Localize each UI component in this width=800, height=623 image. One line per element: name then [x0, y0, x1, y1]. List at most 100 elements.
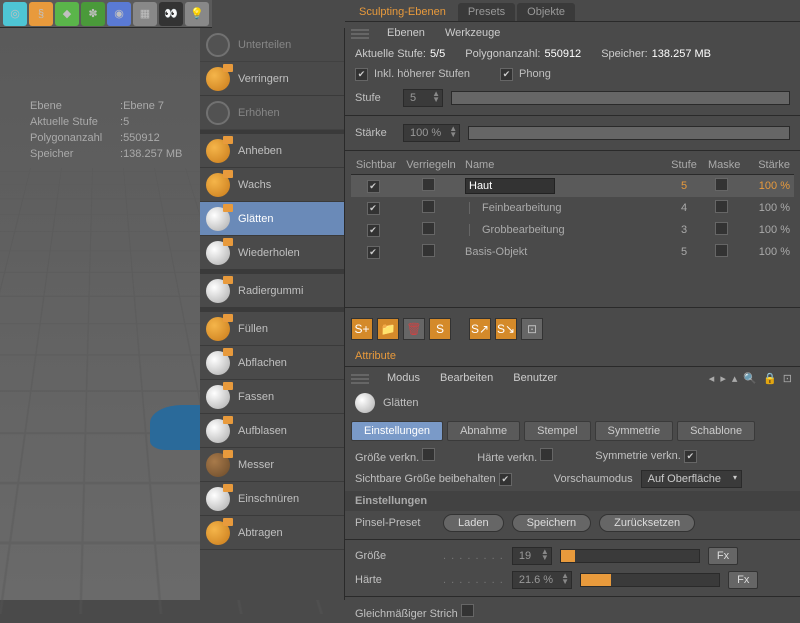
attribute-header: Attribute — [345, 346, 800, 367]
tool-light-icon[interactable]: 💡 — [185, 2, 209, 26]
attrtab-stamp[interactable]: Stempel — [524, 421, 590, 441]
strength-field[interactable]: 100 %▲▼ — [403, 124, 460, 142]
add-folder-icon[interactable]: 📁 — [377, 318, 399, 340]
hardness-slider[interactable] — [580, 573, 720, 587]
attr-edit-menu[interactable]: Bearbeiten — [430, 370, 503, 386]
layer-visible-checkbox[interactable] — [367, 246, 380, 259]
layer-name-input[interactable] — [465, 178, 555, 194]
col-visible[interactable]: Sichtbar — [351, 157, 401, 173]
palette-flatten[interactable]: Abflachen — [200, 346, 344, 380]
palette-scrape[interactable]: Abtragen — [200, 516, 344, 550]
col-mask[interactable]: Maske — [704, 157, 744, 173]
size-slider[interactable] — [560, 549, 700, 563]
tool-particles-icon[interactable]: ✽ — [81, 2, 105, 26]
attrtab-symmetry[interactable]: Symmetrie — [595, 421, 674, 441]
palette-subdivide[interactable]: Unterteilen — [200, 28, 344, 62]
layer-visible-checkbox[interactable] — [367, 180, 380, 193]
layer-action4-icon[interactable]: ⊡ — [521, 318, 543, 340]
layer-mask-checkbox[interactable] — [715, 244, 728, 257]
layer-visible-checkbox[interactable] — [367, 202, 380, 215]
load-button[interactable]: Laden — [443, 514, 504, 532]
scrape-icon — [206, 521, 230, 545]
palette-repeat[interactable]: Wiederholen — [200, 236, 344, 270]
layer-action1-icon[interactable]: S — [429, 318, 451, 340]
layer-row[interactable]: Basis-Objekt 5 100 % — [351, 241, 794, 263]
tool-floor-icon[interactable]: ▦ — [133, 2, 157, 26]
attrtab-falloff[interactable]: Abnahme — [447, 421, 520, 441]
palette-grab[interactable]: Fassen — [200, 380, 344, 414]
keep-visible-size-check[interactable]: Sichtbare Größe beibehalten — [355, 473, 518, 486]
subtab-tools[interactable]: Werkzeuge — [435, 25, 510, 41]
tab-sculpting-layers[interactable]: Sculpting-Ebenen — [349, 3, 456, 21]
layer-lock-checkbox[interactable] — [422, 200, 435, 213]
save-button[interactable]: Speichern — [512, 514, 592, 532]
menu-icon[interactable]: ⊡ — [783, 372, 792, 385]
nav-up-icon[interactable]: ▴ — [732, 372, 738, 385]
tab-objects[interactable]: Objekte — [517, 3, 575, 21]
attrtab-settings[interactable]: Einstellungen — [351, 421, 443, 441]
check-incl-higher[interactable]: Inkl. höherer Stufen — [355, 68, 470, 81]
tool-camera-icon[interactable]: ◉ — [107, 2, 131, 26]
attr-mode-menu[interactable]: Modus — [377, 370, 430, 386]
palette-pull[interactable]: Anheben — [200, 134, 344, 168]
layer-row[interactable]: Grobbearbeitung 3 100 % — [351, 219, 794, 241]
lock-icon[interactable]: 🔒 — [763, 372, 777, 385]
layer-mask-checkbox[interactable] — [715, 200, 728, 213]
viewport-3d[interactable]: Ebene: Ebene 7 Aktuelle Stufe: 5 Polygon… — [0, 28, 200, 600]
palette-pinch[interactable]: Einschnüren — [200, 482, 344, 516]
layer-action2-icon[interactable]: S↗ — [469, 318, 491, 340]
layer-visible-checkbox[interactable] — [367, 224, 380, 237]
tool-cube-icon[interactable]: ◎ — [3, 2, 27, 26]
search-icon[interactable]: 🔍 — [743, 372, 757, 385]
palette-smooth[interactable]: Glätten — [200, 202, 344, 236]
preview-mode-dropdown[interactable]: Auf Oberfläche — [641, 470, 742, 488]
hardness-field[interactable]: 21.6 %▲▼ — [512, 571, 572, 589]
size-field[interactable]: 19▲▼ — [512, 547, 552, 565]
level-slider[interactable] — [451, 91, 790, 105]
layer-action3-icon[interactable]: S↘ — [495, 318, 517, 340]
col-level[interactable]: Stufe — [664, 157, 704, 173]
palette-wax[interactable]: Wachs — [200, 168, 344, 202]
even-stroke-check[interactable]: Gleichmäßiger Strich — [355, 604, 480, 620]
layer-lock-checkbox[interactable] — [422, 222, 435, 235]
hardness-fx-button[interactable]: Fx — [728, 571, 758, 589]
palette-inflate[interactable]: Aufblasen — [200, 414, 344, 448]
col-strength[interactable]: Stärke — [744, 157, 794, 173]
tool-deform-icon[interactable]: ◆ — [55, 2, 79, 26]
link-size-check[interactable]: Größe verkn. — [355, 448, 441, 464]
link-hardness-check[interactable]: Härte verkn. — [477, 448, 559, 464]
layer-mask-checkbox[interactable] — [715, 222, 728, 235]
tab-presets[interactable]: Presets — [458, 3, 515, 21]
attr-user-menu[interactable]: Benutzer — [503, 370, 567, 386]
attrtab-stencil[interactable]: Schablone — [677, 421, 755, 441]
layer-row[interactable]: Feinbearbeitung 4 100 % — [351, 197, 794, 219]
size-fx-button[interactable]: Fx — [708, 547, 738, 565]
brush-preset-label: Pinsel-Preset — [355, 517, 435, 529]
nav-back-icon[interactable]: ◂ — [709, 372, 715, 385]
tool-eyes-icon[interactable]: 👀 — [159, 2, 183, 26]
tool-spline-icon[interactable]: § — [29, 2, 53, 26]
grip-icon[interactable] — [351, 372, 369, 384]
palette-knife[interactable]: Messer — [200, 448, 344, 482]
palette-increase[interactable]: Erhöhen — [200, 96, 344, 130]
grip-icon[interactable] — [351, 27, 369, 39]
reset-button[interactable]: Zurücksetzen — [599, 514, 695, 532]
layer-lock-checkbox[interactable] — [422, 178, 435, 191]
strength-slider[interactable] — [468, 126, 790, 140]
delete-layer-icon[interactable]: 🗑 — [403, 318, 425, 340]
col-lock[interactable]: Verriegeln — [401, 157, 461, 173]
nav-fwd-icon[interactable]: ▸ — [720, 372, 726, 385]
level-field[interactable]: 5▲▼ — [403, 89, 443, 107]
link-symmetry-check[interactable]: Symmetrie verkn. — [595, 450, 703, 463]
layers-table: Sichtbar Verriegeln Name Stufe Maske Stä… — [345, 155, 800, 263]
check-phong[interactable]: Phong — [500, 68, 551, 81]
layer-row[interactable]: 5 100 % — [351, 175, 794, 197]
palette-fill[interactable]: Füllen — [200, 312, 344, 346]
layer-mask-checkbox[interactable] — [715, 178, 728, 191]
layer-lock-checkbox[interactable] — [422, 244, 435, 257]
palette-decrease[interactable]: Verringern — [200, 62, 344, 96]
col-name[interactable]: Name — [461, 157, 664, 173]
palette-eraser[interactable]: Radiergummi — [200, 274, 344, 308]
add-layer-icon[interactable]: S+ — [351, 318, 373, 340]
subtab-layers[interactable]: Ebenen — [377, 25, 435, 41]
